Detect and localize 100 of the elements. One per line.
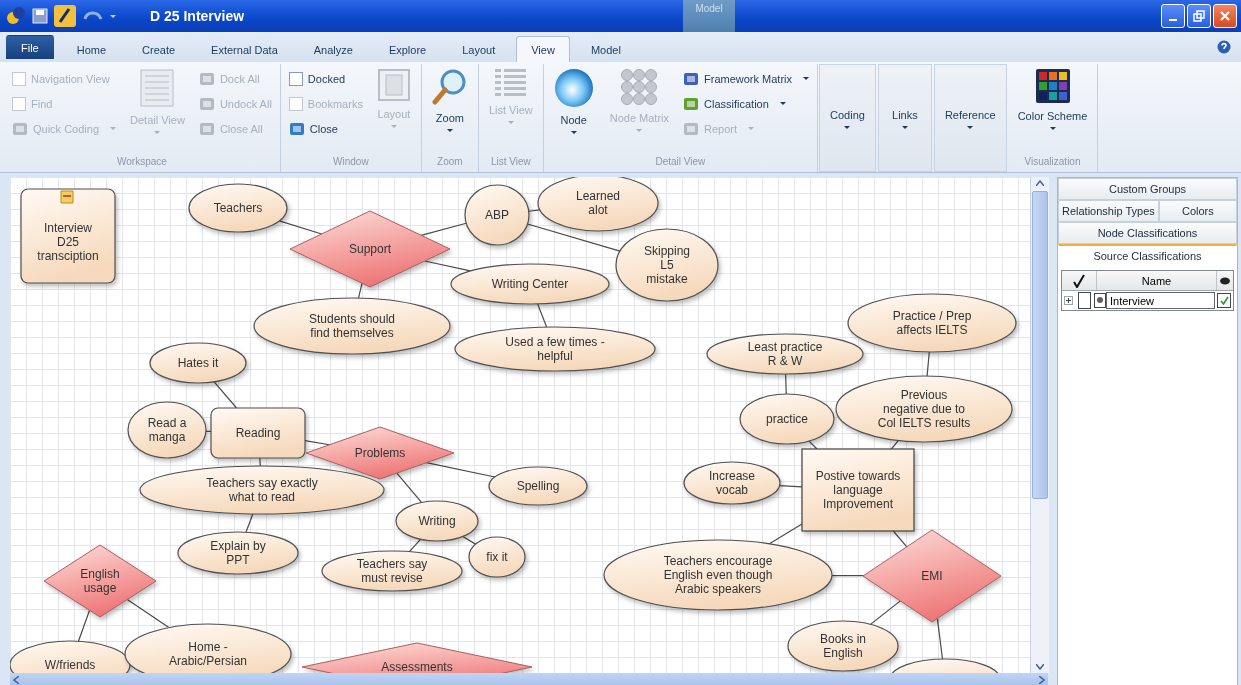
diamond-node[interactable]: Assessments: [301, 642, 533, 673]
ellipse-node[interactable]: ABP: [464, 184, 530, 246]
ellipse-node[interactable]: Skipping L5 mistake: [615, 228, 719, 302]
ribbon-button[interactable]: Color Scheme: [1013, 64, 1092, 150]
caret-icon: [748, 127, 755, 130]
ellipse-node[interactable]: Least practice R & W: [706, 333, 864, 375]
scroll-down-icon[interactable]: [1036, 664, 1044, 670]
caret-icon[interactable]: [110, 14, 116, 18]
windows-icon: [198, 95, 215, 112]
table-cell: Interview: [1106, 292, 1215, 309]
help-icon[interactable]: [1217, 40, 1231, 54]
diamond-node[interactable]: English usage: [43, 544, 157, 618]
ellipse-node[interactable]: Explain by PPT: [177, 531, 299, 575]
caret-icon: [1049, 127, 1056, 130]
file-menu-button[interactable]: File: [6, 35, 54, 59]
minimize-button[interactable]: [1161, 4, 1185, 28]
panel-tab[interactable]: Relationship Types: [1058, 200, 1159, 222]
connector-line: [528, 209, 541, 212]
connector-line: [304, 440, 331, 446]
group-label: Window: [332, 156, 370, 169]
ellipse-node[interactable]: Increase vocab: [683, 461, 781, 505]
close-button[interactable]: [1213, 4, 1237, 28]
visible-checkbox[interactable]: [1217, 293, 1231, 308]
group-label: Visualization: [1023, 156, 1082, 169]
ribbon-tab[interactable]: Explore: [373, 36, 442, 62]
ellipse-node[interactable]: Hates it: [149, 342, 247, 384]
ellipse-node[interactable]: Teachers: [188, 183, 288, 233]
expand-icon[interactable]: [1064, 296, 1073, 305]
ellipse-node[interactable]: Practice / Prep affects IELTS: [847, 293, 1017, 353]
ribbon-tab[interactable]: Model: [575, 36, 636, 62]
vertical-scrollbar[interactable]: [1030, 177, 1049, 673]
ribbon-button[interactable]: Zoom: [427, 64, 472, 150]
ribbon-button[interactable]: Classification: [681, 93, 812, 114]
ribbon-button[interactable]: Links: [884, 65, 925, 151]
diamond-node[interactable]: Support: [289, 210, 451, 288]
door-icon: [288, 120, 305, 137]
ribbon-button[interactable]: Reference: [940, 65, 1000, 151]
ribbon-checkbox[interactable]: Docked: [286, 68, 365, 89]
checkmark-icon: [1219, 296, 1229, 305]
ellipse-node[interactable]: Writing Center: [450, 263, 610, 305]
row-checkbox[interactable]: [1078, 292, 1091, 309]
panel-tab[interactable]: Node Classifications: [1058, 222, 1237, 244]
ellipse-node[interactable]: Books in English: [787, 620, 899, 672]
ellipse-node[interactable]: practice: [739, 393, 835, 445]
connector-line: [892, 530, 908, 548]
ellipse-node[interactable]: Teachers say exactly what to read: [139, 465, 385, 515]
ribbon-tab[interactable]: External Data: [196, 36, 293, 62]
connector-line: [77, 609, 91, 642]
ribbon-tab[interactable]: Home: [61, 36, 122, 62]
ribbon-button[interactable]: Node: [549, 64, 598, 150]
ribbon-button[interactable]: Framework Matrix: [681, 68, 812, 89]
rounded-node[interactable]: Reading: [210, 407, 306, 459]
ribbon-tab[interactable]: Analyze: [298, 36, 368, 62]
restore-button[interactable]: [1187, 4, 1211, 28]
ellipse-node[interactable]: Spelling: [488, 466, 588, 506]
window-title: D 25 Interview: [150, 8, 245, 24]
ribbon-tab[interactable]: View: [516, 36, 570, 62]
pen-icon[interactable]: [54, 5, 76, 27]
source-node[interactable]: Interview D25 transciption: [20, 188, 116, 284]
connector-line: [357, 282, 363, 299]
ellipse-node[interactable]: Teachers say must revise: [321, 550, 463, 592]
eye-icon: [1220, 276, 1230, 285]
connector-line: [278, 220, 323, 235]
ribbon-button[interactable]: Close: [286, 118, 365, 139]
ellipse-node[interactable]: Used a few times - helpful: [454, 326, 656, 372]
close-icon: [1219, 10, 1231, 22]
scroll-right-icon[interactable]: [1039, 675, 1045, 684]
ellipse-node[interactable]: Previous negative due to Col IELTS results: [835, 375, 1013, 443]
caret-icon: [636, 129, 643, 132]
ellipse-node[interactable]: Teachers encourage English even though Arabic speakers: [603, 539, 833, 611]
ellipse-node[interactable]: Read a manga: [127, 401, 207, 459]
ellipse-node[interactable]: Writing: [395, 500, 479, 542]
app-logo-icon: [6, 6, 26, 26]
connector-line: [126, 598, 170, 629]
group-label: Detail View: [654, 156, 707, 169]
diamond-node[interactable]: EMI: [862, 529, 1002, 623]
panel-tab[interactable]: Custom Groups: [1058, 178, 1237, 200]
stack-icon: [12, 120, 28, 137]
caret-icon: [110, 127, 117, 130]
minimize-icon: [1169, 19, 1177, 21]
connector-line: [424, 260, 471, 272]
model-canvas[interactable]: [10, 177, 1030, 673]
connector-line: [425, 462, 496, 478]
ribbon-button[interactable]: Coding: [826, 65, 869, 151]
square-node[interactable]: Postive towards language Improvement: [801, 448, 915, 532]
grid-dots-icon: [620, 68, 659, 106]
save-icon[interactable]: [32, 8, 48, 24]
ribbon-tab[interactable]: Create: [127, 36, 191, 62]
group-label: Zoom: [436, 156, 464, 169]
scroll-left-icon[interactable]: [13, 675, 19, 684]
ribbon-tab[interactable]: Layout: [447, 36, 511, 62]
panel-tab[interactable]: Colors: [1158, 200, 1237, 222]
ellipse-node[interactable]: Students should find themselves: [253, 297, 451, 355]
scroll-up-icon[interactable]: [1036, 180, 1044, 186]
connector-line: [926, 351, 930, 377]
ellipse-node[interactable]: fix it: [468, 536, 526, 578]
connector-line: [259, 457, 261, 467]
context-tab-label: Model: [683, 0, 735, 32]
group-label: List View: [489, 156, 532, 169]
connector-line: [396, 472, 423, 504]
